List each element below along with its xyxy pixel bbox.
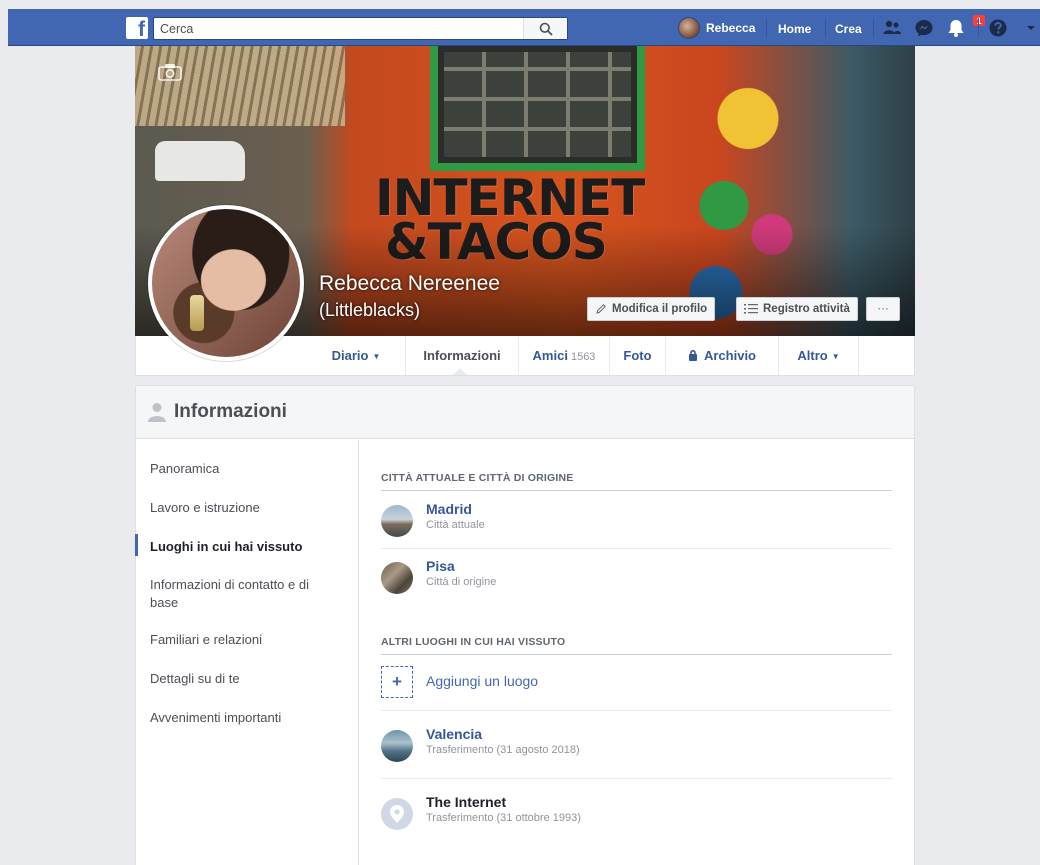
add-place-button[interactable]: + Aggiungi un luogo <box>381 666 892 700</box>
about-sidebar: Panoramica Lavoro e istruzione Luoghi in… <box>135 440 359 865</box>
place-thumbnail[interactable] <box>381 505 413 537</box>
profile-shortcut[interactable]: Rebecca <box>678 16 755 40</box>
tab-friends[interactable]: Amici 1563 <box>518 336 609 375</box>
tab-timeline-label: Diario <box>331 348 369 363</box>
cover-decoration <box>155 141 245 181</box>
sidebar-item-work-education[interactable]: Lavoro e istruzione <box>150 499 350 517</box>
place-name[interactable]: Valencia <box>426 726 482 742</box>
current-cities-heading: CITTÀ ATTUALE E CITTÀ DI ORIGINE <box>381 472 892 491</box>
profile-shortcut-name: Rebecca <box>706 21 756 35</box>
tab-photos[interactable]: Foto <box>609 336 665 375</box>
nav-separator <box>978 18 979 38</box>
place-detail: Trasferimento (31 agosto 2018) <box>426 744 580 756</box>
search-input[interactable] <box>160 21 520 37</box>
place-item: Pisa Città di origine <box>381 558 892 618</box>
top-navigation-bar: f Rebecca Home Crea 1 <box>8 9 1040 46</box>
profile-name[interactable]: Rebecca Nereenee (Littleblacks) <box>319 271 500 323</box>
divider <box>381 710 892 711</box>
help-icon[interactable] <box>988 18 1008 38</box>
other-places-heading: ALTRI LUOGHI IN CUI HAI VISSUTO <box>381 636 892 655</box>
place-name[interactable]: Pisa <box>426 558 455 574</box>
sidebar-item-life-events[interactable]: Avvenimenti importanti <box>150 709 350 727</box>
sidebar-item-places-lived[interactable]: Luoghi in cui hai vissuto <box>150 538 350 556</box>
plus-icon: + <box>381 666 413 698</box>
nav-separator <box>873 18 874 38</box>
place-thumbnail[interactable] <box>381 562 413 594</box>
sidebar-item-contact-info[interactable]: Informazioni di contatto e di base <box>150 576 340 612</box>
camera-icon[interactable] <box>158 63 182 81</box>
active-tab-pointer <box>453 368 467 375</box>
messenger-icon[interactable] <box>914 18 934 38</box>
person-icon <box>148 403 166 422</box>
chevron-down-icon: ▼ <box>831 352 840 361</box>
list-icon <box>744 304 758 314</box>
place-detail: Città attuale <box>426 519 485 531</box>
notification-badge: 1 <box>972 14 986 27</box>
nav-separator <box>825 18 826 38</box>
search-button[interactable] <box>523 18 567 39</box>
chevron-down-icon: ▼ <box>372 352 381 361</box>
add-place-label: Aggiungi un luogo <box>426 673 539 689</box>
lock-icon <box>688 349 697 361</box>
about-title: Informazioni <box>174 401 287 422</box>
nav-separator <box>766 18 767 38</box>
dropdown-icon[interactable] <box>1025 18 1037 38</box>
place-item: Madrid Città attuale <box>381 501 892 561</box>
tab-about-label: Informazioni <box>423 348 501 363</box>
search-icon <box>539 22 553 36</box>
tab-archive-label: Archivio <box>703 348 756 363</box>
search-box <box>153 17 568 40</box>
sidebar-item-overview[interactable]: Panoramica <box>150 460 350 478</box>
place-item: The Internet Trasferimento (31 ottobre 1… <box>381 794 892 854</box>
tab-more-label: Altro <box>797 348 828 363</box>
sidebar-item-family[interactable]: Familiari e relazioni <box>150 631 350 649</box>
more-options-button[interactable]: ··· <box>866 297 900 321</box>
map-pin-icon <box>390 805 404 823</box>
facebook-logo[interactable]: f <box>126 17 148 39</box>
friends-count: 1563 <box>570 351 596 363</box>
pencil-icon <box>596 304 606 314</box>
profile-full-name: Rebecca Nereenee <box>319 272 500 295</box>
avatar <box>678 17 700 39</box>
place-name[interactable]: Madrid <box>426 501 472 517</box>
place-detail: Città di origine <box>426 576 497 588</box>
edit-profile-label: Modifica il profilo <box>612 303 708 315</box>
sidebar-item-details[interactable]: Dettagli su di te <box>150 670 350 688</box>
cover-decoration <box>135 46 345 126</box>
profile-picture[interactable] <box>148 205 304 361</box>
activity-log-button[interactable]: Registro attività <box>736 297 858 321</box>
tab-photos-label: Foto <box>623 348 652 363</box>
tab-archive[interactable]: Archivio <box>665 336 778 375</box>
active-indicator <box>135 534 138 556</box>
cover-decoration <box>430 46 645 171</box>
activity-log-label: Registro attività <box>763 303 850 315</box>
divider <box>381 778 892 779</box>
place-name: The Internet <box>426 794 507 810</box>
divider <box>381 548 892 549</box>
notifications-icon[interactable] <box>946 18 966 38</box>
tab-timeline[interactable]: Diario ▼ <box>307 336 405 375</box>
place-detail: Trasferimento (31 ottobre 1993) <box>426 812 581 824</box>
place-thumbnail[interactable] <box>381 730 413 762</box>
edit-profile-button[interactable]: Modifica il profilo <box>587 297 716 321</box>
tab-more[interactable]: Altro ▼ <box>778 336 859 375</box>
profile-picture-detail <box>190 295 204 331</box>
about-panel: Informazioni Panoramica Lavoro e istruzi… <box>135 385 915 865</box>
home-link[interactable]: Home <box>778 22 811 36</box>
tab-friends-label: Amici <box>532 348 568 363</box>
profile-alternate-name: (Littleblacks) <box>319 300 421 320</box>
about-header: Informazioni <box>136 386 914 439</box>
friends-icon[interactable] <box>882 18 902 38</box>
place-thumbnail <box>381 798 413 830</box>
create-link[interactable]: Crea <box>835 22 862 36</box>
